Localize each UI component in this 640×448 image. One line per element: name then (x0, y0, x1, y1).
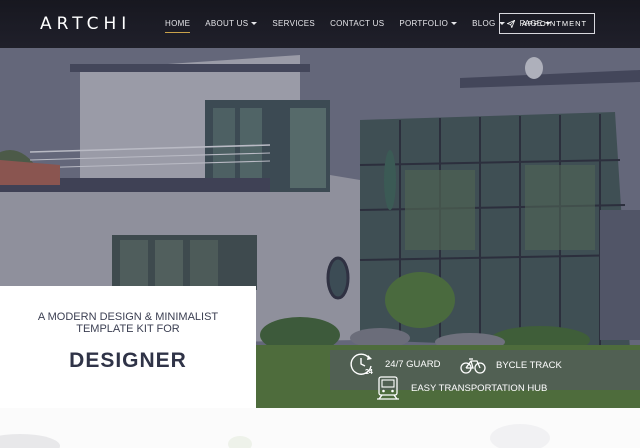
nav-item-label: ABOUT US (205, 19, 249, 28)
feature-transportation: EASY TRANSPORTATION HUB (375, 375, 547, 401)
nav-item-contact-us[interactable]: CONTACT US (330, 19, 384, 28)
paper-plane-icon (506, 19, 515, 28)
feature-label: BYCLE TRACK (496, 359, 562, 371)
caret-down-icon (451, 22, 458, 25)
intro-card: A MODERN DESIGN & MINIMALIST TEMPLATE KI… (0, 286, 256, 408)
appointment-button-label: APPOINTMENT (521, 19, 588, 28)
caret-down-icon (251, 22, 258, 25)
nav-item-label: CONTACT US (330, 19, 385, 28)
hero-tagline: A MODERN DESIGN & MINIMALIST TEMPLATE KI… (37, 311, 219, 335)
nav-item-label: BLOG (472, 19, 496, 28)
nav-item-services[interactable]: SERVICES (272, 19, 315, 28)
nav-item-about-us[interactable]: ABOUT US (205, 19, 258, 28)
next-section-preview (0, 408, 640, 448)
svg-text:24: 24 (365, 369, 373, 376)
feature-guard: 24 24/7 GUARD (349, 352, 440, 376)
nav-item-label: SERVICES (272, 19, 316, 28)
nav-item-label: PORTFOLIO (399, 19, 449, 28)
appointment-button[interactable]: APPOINTMENT (499, 13, 595, 34)
nav-item-portfolio[interactable]: PORTFOLIO (399, 19, 458, 28)
nav-item-label: HOME (165, 19, 191, 28)
site-logo[interactable]: ARTCHI (40, 14, 131, 34)
hero-headline: DESIGNER (69, 349, 187, 372)
nav-item-home[interactable]: HOME (165, 19, 191, 33)
train-icon (377, 376, 399, 400)
feature-label: EASY TRANSPORTATION HUB (411, 382, 548, 394)
next-section-background-image (0, 424, 550, 448)
feature-bicycle-track: BYCLE TRACK (460, 356, 562, 374)
top-navigation-bar: ARTCHI HOME ABOUT US SERVICES CONTACT US… (0, 0, 640, 48)
clock-24-icon: 24 (350, 353, 373, 376)
feature-label: 24/7 GUARD (385, 358, 441, 370)
bicycle-icon (460, 358, 486, 374)
